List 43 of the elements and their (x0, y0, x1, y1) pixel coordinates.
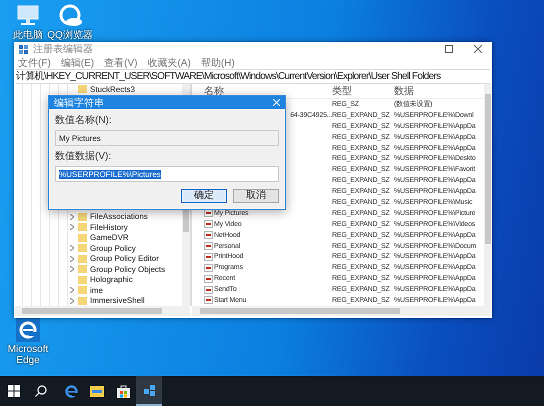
windows-start-icon[interactable] (8, 385, 20, 397)
value-data-field[interactable]: %USERPROFILE%\Pictures (55, 166, 279, 182)
close-icon[interactable] (474, 45, 482, 53)
maximize-icon[interactable] (445, 45, 453, 53)
scrollbar[interactable] (484, 84, 492, 306)
window-title: 注册表编辑器 (33, 42, 93, 56)
cancel-button[interactable]: 取消 (233, 189, 279, 203)
folder-icon[interactable] (90, 385, 104, 397)
menu-item[interactable]: 文件(F) (18, 56, 51, 70)
field-label: 数值数据(V): (55, 150, 112, 163)
computer-icon[interactable] (15, 4, 41, 28)
column-header[interactable]: 数据 (394, 84, 484, 98)
address-bar[interactable]: 计算机\HKEY_CURRENT_USER\SOFTWARE\Microsoft\Windows\CurrentVersion\Explorer\User Shell Folders (16, 69, 490, 84)
cubes-icon[interactable] (142, 384, 156, 396)
column-header[interactable]: 名称 (192, 84, 332, 98)
tree-item[interactable]: FileAssociations (90, 212, 148, 222)
tree-item[interactable]: StuckRects3 (90, 84, 135, 94)
browser-icon[interactable] (15, 318, 41, 342)
scrollbar[interactable] (192, 306, 492, 316)
tree-item[interactable]: ImmersiveShell (90, 296, 145, 306)
scrollbar[interactable] (14, 306, 190, 316)
browser-icon[interactable] (64, 384, 78, 398)
tree-item[interactable]: Group Policy Editor (90, 254, 159, 264)
field-label: 数值名称(N): (55, 114, 113, 127)
tree-item[interactable]: GameDVR (90, 233, 129, 242)
shopping-bag-icon[interactable] (116, 384, 130, 398)
registry-icon (19, 44, 28, 54)
menu-item[interactable]: 查看(V) (104, 56, 138, 70)
folder-icon (78, 85, 87, 94)
dialog-title: 编辑字符串 (54, 96, 104, 110)
cloud-icon[interactable] (57, 4, 83, 28)
ok-button[interactable]: 确定 (181, 189, 227, 203)
tree-item[interactable]: FileHistory (90, 222, 128, 232)
column-header[interactable]: 类型 (332, 84, 394, 98)
menu-item[interactable]: 编辑(E) (60, 56, 94, 70)
tree-item[interactable]: ime (90, 286, 103, 295)
tree-item[interactable]: Group Policy (90, 244, 136, 253)
menu-item[interactable]: 帮助(H) (200, 56, 235, 70)
search-icon[interactable] (35, 385, 47, 397)
menu-item[interactable]: 收藏夹(A) (147, 56, 191, 70)
tree-item[interactable]: Holographic (90, 275, 133, 284)
tree-item[interactable]: Group Policy Objects (90, 264, 166, 274)
value-name-field[interactable]: My Pictures (55, 130, 279, 146)
